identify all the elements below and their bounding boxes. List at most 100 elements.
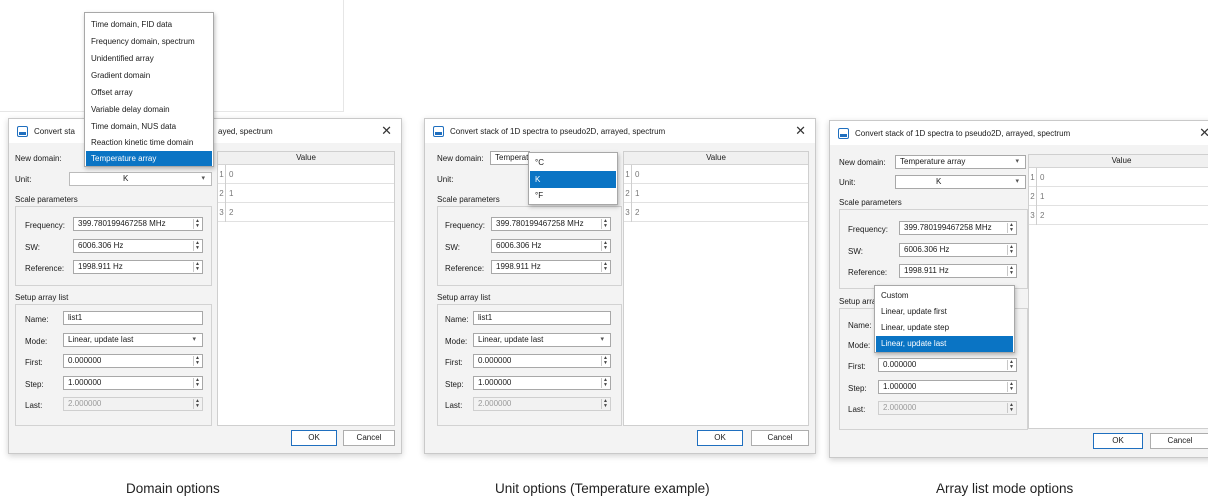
last-label: Last: bbox=[848, 405, 866, 414]
spinner-icon[interactable]: ▲ ▼ bbox=[601, 219, 609, 229]
close-icon[interactable]: ✕ bbox=[1199, 125, 1208, 141]
row-value: 2 bbox=[1040, 211, 1045, 220]
first-input[interactable]: 0.000000 ▲ ▼ bbox=[473, 354, 611, 368]
table-row[interactable]: 10 bbox=[218, 165, 394, 184]
spinner-icon[interactable]: ▲ ▼ bbox=[1007, 382, 1015, 392]
reference-value: 1998.911 Hz bbox=[496, 262, 541, 271]
dialog-title: Convert stack of 1D spectra to pseudo2D,… bbox=[855, 128, 1071, 138]
domain-value: Temperat bbox=[495, 153, 529, 162]
first-input[interactable]: 0.000000 ▲ ▼ bbox=[878, 358, 1017, 372]
table-row[interactable]: 21 bbox=[218, 184, 394, 203]
domain-option[interactable]: Gradient domain bbox=[86, 67, 212, 84]
first-value: 0.000000 bbox=[478, 356, 512, 365]
domain-option[interactable]: Reaction kinetic time domain bbox=[86, 135, 212, 151]
spinner-icon[interactable]: ▲ ▼ bbox=[601, 356, 609, 366]
mode-select[interactable]: Linear, update last ▾ bbox=[63, 333, 203, 347]
spinner-icon[interactable]: ▲ ▼ bbox=[601, 378, 609, 388]
table-row[interactable]: 32 bbox=[1029, 206, 1208, 225]
sw-input[interactable]: 6006.306 Hz ▲ ▼ bbox=[491, 239, 611, 253]
reference-input[interactable]: 1998.911 Hz ▲ ▼ bbox=[73, 260, 203, 274]
unit-select[interactable]: K ▾ bbox=[895, 175, 1026, 189]
table-row[interactable]: 32 bbox=[624, 203, 808, 222]
spinner-icon[interactable]: ▲ ▼ bbox=[1007, 360, 1015, 370]
sw-value: 6006.306 Hz bbox=[904, 245, 950, 254]
spinner-icon[interactable]: ▲ ▼ bbox=[1007, 223, 1015, 233]
cancel-button[interactable]: Cancel bbox=[1150, 433, 1208, 449]
domain-option[interactable]: Frequency domain, spectrum bbox=[86, 33, 212, 50]
unit-label: Unit: bbox=[839, 178, 856, 187]
frequency-input[interactable]: 399.780199467258 MHz ▲ ▼ bbox=[491, 217, 611, 231]
name-label: Name: bbox=[848, 321, 872, 330]
last-input: 2.000000 ▲ ▼ bbox=[878, 401, 1017, 415]
caption-unit-options: Unit options (Temperature example) bbox=[495, 481, 710, 496]
close-icon[interactable]: ✕ bbox=[795, 123, 806, 139]
domain-option[interactable]: Variable delay domain bbox=[86, 101, 212, 118]
step-input[interactable]: 1.000000 ▲ ▼ bbox=[473, 376, 611, 390]
table-row[interactable]: 10 bbox=[624, 165, 808, 184]
frequency-value: 399.780199467258 MHz bbox=[78, 219, 166, 228]
mode-option[interactable]: Custom bbox=[876, 288, 1013, 304]
unit-option[interactable]: °F bbox=[530, 188, 616, 204]
domain-option[interactable]: Unidentified array bbox=[86, 50, 212, 67]
name-label: Name: bbox=[25, 315, 49, 324]
frequency-input[interactable]: 399.780199467258 MHz ▲ ▼ bbox=[73, 217, 203, 231]
ok-button[interactable]: OK bbox=[697, 430, 743, 446]
spinner-icon[interactable]: ▲ ▼ bbox=[1007, 245, 1015, 255]
domain-select[interactable]: Temperat bbox=[490, 151, 530, 165]
frequency-value: 399.780199467258 MHz bbox=[904, 223, 992, 232]
unit-option-selected[interactable]: K bbox=[530, 171, 616, 188]
first-input[interactable]: 0.000000 ▲ ▼ bbox=[63, 354, 203, 368]
mode-dropdown-list: Custom Linear, update first Linear, upda… bbox=[874, 285, 1015, 353]
scale-parameters-label: Scale parameters bbox=[437, 195, 500, 204]
frequency-input[interactable]: 399.780199467258 MHz ▲ ▼ bbox=[899, 221, 1017, 235]
step-input[interactable]: 1.000000 ▲ ▼ bbox=[878, 380, 1017, 394]
close-icon[interactable]: ✕ bbox=[381, 123, 392, 139]
spinner-icon[interactable]: ▲ ▼ bbox=[601, 262, 609, 272]
step-input[interactable]: 1.000000 ▲ ▼ bbox=[63, 376, 203, 390]
domain-option[interactable]: Offset array bbox=[86, 84, 212, 101]
row-number: 1 bbox=[1029, 168, 1037, 187]
last-value: 2.000000 bbox=[883, 403, 917, 412]
unit-option[interactable]: °C bbox=[530, 155, 616, 171]
table-row[interactable]: 32 bbox=[218, 203, 394, 222]
mode-option-selected[interactable]: Linear, update last bbox=[876, 336, 1013, 352]
spinner-icon[interactable]: ▲ ▼ bbox=[193, 262, 201, 272]
ok-button[interactable]: OK bbox=[1093, 433, 1143, 449]
reference-input[interactable]: 1998.911 Hz ▲ ▼ bbox=[899, 264, 1017, 278]
domain-option[interactable]: Time domain, NUS data bbox=[86, 118, 212, 135]
first-label: First: bbox=[445, 358, 463, 367]
table-row[interactable]: 10 bbox=[1029, 168, 1208, 187]
spinner-icon[interactable]: ▲ ▼ bbox=[601, 241, 609, 251]
name-input[interactable]: list1 bbox=[473, 311, 611, 325]
spinner-icon[interactable]: ▲ ▼ bbox=[193, 356, 201, 366]
dialog-titlebar: Convert stack of 1D spectra to pseudo2D,… bbox=[830, 121, 1208, 145]
spinner-icon[interactable]: ▲ ▼ bbox=[193, 219, 201, 229]
cancel-button[interactable]: Cancel bbox=[343, 430, 395, 446]
unit-select[interactable]: K ▾ bbox=[69, 172, 212, 186]
table-row[interactable]: 21 bbox=[1029, 187, 1208, 206]
domain-select[interactable]: Temperature array ▾ bbox=[895, 155, 1026, 169]
ok-button[interactable]: OK bbox=[291, 430, 337, 446]
table-row[interactable]: 21 bbox=[624, 184, 808, 203]
frequency-label: Frequency: bbox=[848, 225, 889, 234]
mode-select[interactable]: Linear, update last ▾ bbox=[473, 333, 611, 347]
mode-option[interactable]: Linear, update first bbox=[876, 304, 1013, 320]
spinner-icon[interactable]: ▲ ▼ bbox=[193, 378, 201, 388]
name-input[interactable]: list1 bbox=[63, 311, 203, 325]
spinner-icon: ▲ ▼ bbox=[1007, 403, 1015, 413]
domain-option-selected[interactable]: Temperature array bbox=[86, 151, 212, 166]
cancel-button[interactable]: Cancel bbox=[751, 430, 809, 446]
spinner-icon[interactable]: ▲ ▼ bbox=[1007, 266, 1015, 276]
spinner-icon[interactable]: ▲ ▼ bbox=[193, 241, 201, 251]
spinner-icon: ▲ ▼ bbox=[601, 399, 609, 409]
domain-option[interactable]: Time domain, FID data bbox=[86, 16, 212, 33]
new-domain-label: New domain: bbox=[839, 158, 886, 167]
first-value: 0.000000 bbox=[883, 360, 917, 369]
first-label: First: bbox=[25, 358, 43, 367]
row-number: 1 bbox=[624, 165, 632, 184]
sw-input[interactable]: 6006.306 Hz ▲ ▼ bbox=[73, 239, 203, 253]
reference-input[interactable]: 1998.911 Hz ▲ ▼ bbox=[491, 260, 611, 274]
sw-input[interactable]: 6006.306 Hz ▲ ▼ bbox=[899, 243, 1017, 257]
domain-value: Temperature array bbox=[900, 157, 966, 166]
mode-option[interactable]: Linear, update step bbox=[876, 320, 1013, 336]
